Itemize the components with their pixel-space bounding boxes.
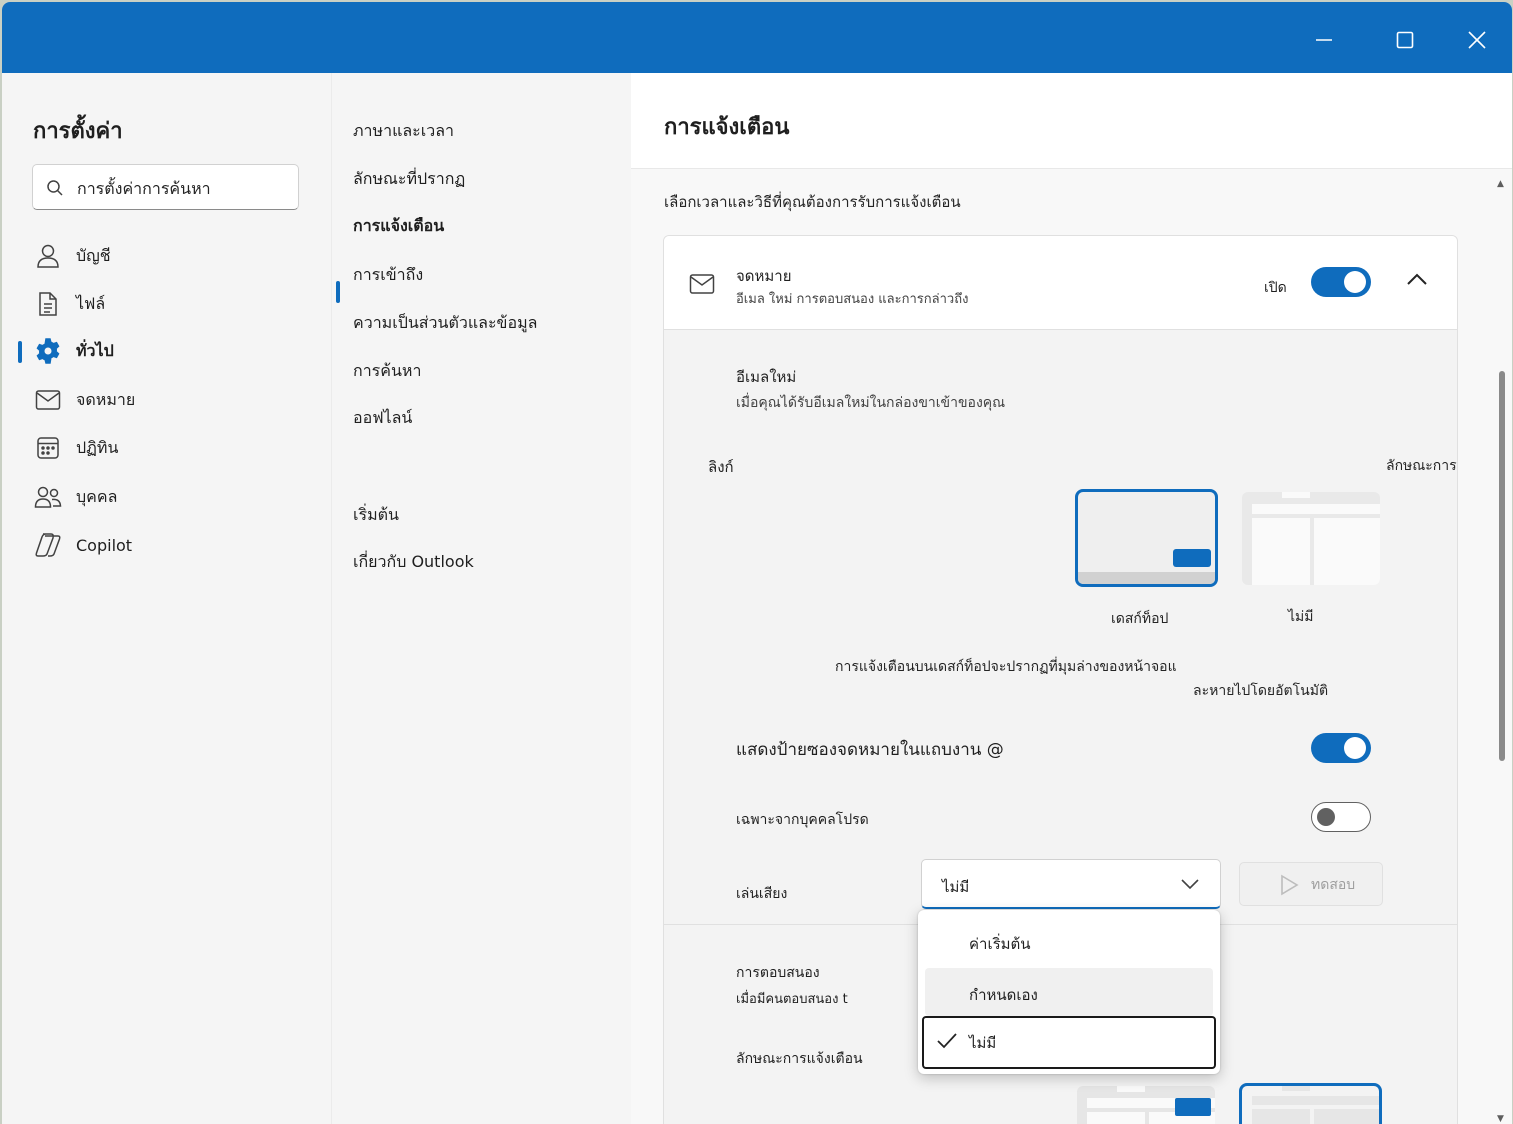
test-sound-label: ทดสอบ <box>1311 877 1356 893</box>
play-icon <box>1281 874 1299 896</box>
checkmark-icon <box>937 1033 957 1049</box>
sound-option-default[interactable]: ค่าเริ่มต้น <box>925 917 1213 965</box>
scroll-down-arrow-icon[interactable]: ▼ <box>1497 1114 1504 1124</box>
mail-card-description: อีเมล ใหม่ การตอบสนอง และการกล่าวถึง <box>736 292 969 307</box>
link-label: ลิงก์ <box>708 458 734 476</box>
sidebar-item-people[interactable]: บุคคล <box>18 477 318 517</box>
general-subnav: ภาษาและเวลา ลักษณะที่ปรากฏ การแจ้งเตือน … <box>332 73 630 1124</box>
sound-option-label: ค่าเริ่มต้น <box>969 935 1031 953</box>
search-icon <box>47 180 63 196</box>
sidebar-item-label: จดหมาย <box>76 389 136 409</box>
person-icon <box>33 241 63 271</box>
new-email-title: อีเมลใหม่ <box>736 368 797 386</box>
sidebar-item-general[interactable]: ทั่วไป <box>18 331 318 371</box>
document-icon <box>33 289 63 319</box>
sound-option-label: กำหนดเอง <box>969 986 1038 1004</box>
sidebar-item-label: บุคคล <box>76 486 118 506</box>
sidebar-item-account[interactable]: บัญชี <box>18 236 318 276</box>
mail-card-title: จดหมาย <box>736 267 792 285</box>
favorites-only-toggle[interactable] <box>1311 802 1371 832</box>
mail-icon <box>33 385 63 415</box>
subnav-item-privacy[interactable]: ความเป็นส่วนตัวและข้อมูล <box>353 311 537 336</box>
sidebar-item-copilot[interactable]: Copilot <box>18 525 318 565</box>
style-option-none-label: ไม่มี <box>1288 609 1314 625</box>
sound-dropdown-menu: ค่าเริ่มต้น กำหนดเอง ไม่มี <box>918 910 1220 1074</box>
settings-title: การตั้งค่า <box>33 119 123 144</box>
sidebar-item-label: บัญชี <box>76 245 111 265</box>
mail-notifications-toggle[interactable] <box>1311 267 1371 297</box>
subnav-item-search[interactable]: การค้นหา <box>353 359 421 384</box>
sidebar-item-files[interactable]: ไฟล์ <box>18 284 318 324</box>
settings-sidebar: การตั้งค่า บัญชี ไฟล์ ทั่วไป จดหมาย ปฏิท… <box>2 73 332 1124</box>
sound-option-custom[interactable]: กำหนดเอง <box>925 968 1213 1016</box>
reactions-style-label: ลักษณะการแจ้งเตือน <box>736 1051 863 1067</box>
reactions-description: เมื่อมีคนตอบสนอง t <box>736 992 848 1007</box>
gear-icon <box>33 336 63 366</box>
desktop-note-line1: การแจ้งเตือนบนเดสก์ท็อปจะปรากฏที่มุมล่าง… <box>835 659 1177 675</box>
search-input[interactable] <box>75 173 294 203</box>
maximize-button[interactable] <box>1385 20 1425 60</box>
title-bar <box>2 2 1512 73</box>
page-title: การแจ้งเตือน <box>664 115 790 140</box>
sidebar-item-mail[interactable]: จดหมาย <box>18 380 318 420</box>
scroll-up-arrow-icon[interactable]: ▲ <box>1497 179 1504 189</box>
new-email-description: เมื่อคุณได้รับอีเมลใหม่ในกล่องขาเข้าของค… <box>736 395 1006 411</box>
test-sound-button[interactable]: ทดสอบ <box>1239 862 1383 906</box>
subnav-item-accessibility[interactable]: การเข้าถึง <box>353 263 423 288</box>
subnav-item-about[interactable]: เกี่ยวกับ Outlook <box>353 550 474 575</box>
people-icon <box>33 482 63 512</box>
sound-option-none[interactable]: ไม่มี <box>922 1016 1216 1069</box>
style-option-none-preview[interactable] <box>1242 492 1380 585</box>
chevron-up-icon[interactable] <box>1406 272 1428 286</box>
style-option-desktop-preview[interactable] <box>1075 489 1218 587</box>
search-box[interactable] <box>32 164 299 210</box>
sidebar-item-label: ไฟล์ <box>76 293 106 313</box>
copilot-icon <box>33 530 63 560</box>
minimize-icon <box>1316 39 1332 41</box>
sidebar-item-calendar[interactable]: ปฏิทิน <box>18 428 318 468</box>
sidebar-item-label: Copilot <box>76 535 133 555</box>
subnav-item-notifications[interactable]: การแจ้งเตือน <box>353 214 444 239</box>
toggle-state-label: เปิด <box>1264 280 1287 296</box>
page-subtitle: เลือกเวลาและวิธีที่คุณต้องการรับการแจ้งเ… <box>664 193 961 211</box>
notification-style-label: ลักษณะการแจ้งเตือน <box>1386 458 1457 474</box>
subnav-item-appearance[interactable]: ลักษณะที่ปรากฏ <box>353 167 465 192</box>
favorites-only-label: เฉพาะจากบุคคลโปรด <box>736 812 869 828</box>
subnav-item-startup[interactable]: เริ่มต้น <box>353 503 399 528</box>
settings-window: การตั้งค่า บัญชี ไฟล์ ทั่วไป จดหมาย ปฏิท… <box>2 2 1512 1124</box>
close-icon <box>1468 31 1486 49</box>
play-sound-label: เล่นเสียง <box>736 886 788 902</box>
maximize-icon <box>1396 31 1414 49</box>
mail-icon <box>689 274 715 294</box>
subnav-item-language-time[interactable]: ภาษาและเวลา <box>353 119 454 144</box>
style-option-desktop-label: เดสก์ท็อป <box>1111 611 1169 627</box>
chevron-down-icon <box>1181 879 1199 890</box>
minimize-button[interactable] <box>1304 20 1344 60</box>
sound-option-label: ไม่มี <box>969 1034 997 1052</box>
panel-header: การแจ้งเตือน <box>631 73 1512 169</box>
reactions-title: การตอบสนอง <box>736 965 820 981</box>
sound-select[interactable]: ไม่มี <box>921 859 1221 909</box>
sidebar-item-label: ทั่วไป <box>76 340 114 360</box>
subnav-item-offline[interactable]: ออฟไลน์ <box>353 406 412 431</box>
selection-indicator <box>18 341 22 363</box>
reactions-style-none-preview[interactable] <box>1239 1083 1382 1124</box>
close-button[interactable] <box>1457 20 1497 60</box>
sound-select-value: ไม่มี <box>942 878 970 896</box>
mail-card-header[interactable]: จดหมาย อีเมล ใหม่ การตอบสนอง และการกล่าว… <box>664 236 1457 330</box>
reactions-style-desktop-preview[interactable] <box>1077 1086 1215 1124</box>
show-badge-label: แสดงป้ายซองจดหมายในแถบงาน @ <box>736 740 1004 760</box>
selection-indicator <box>336 281 340 303</box>
desktop-note-line2: ละหายไปโดยอัตโนมัติ <box>1193 683 1329 699</box>
scrollbar-thumb[interactable] <box>1499 371 1505 761</box>
calendar-icon <box>33 433 63 463</box>
sidebar-item-label: ปฏิทิน <box>76 437 119 457</box>
vertical-scrollbar[interactable]: ▲ ▼ <box>1496 179 1508 1124</box>
show-badge-toggle[interactable] <box>1311 733 1371 763</box>
